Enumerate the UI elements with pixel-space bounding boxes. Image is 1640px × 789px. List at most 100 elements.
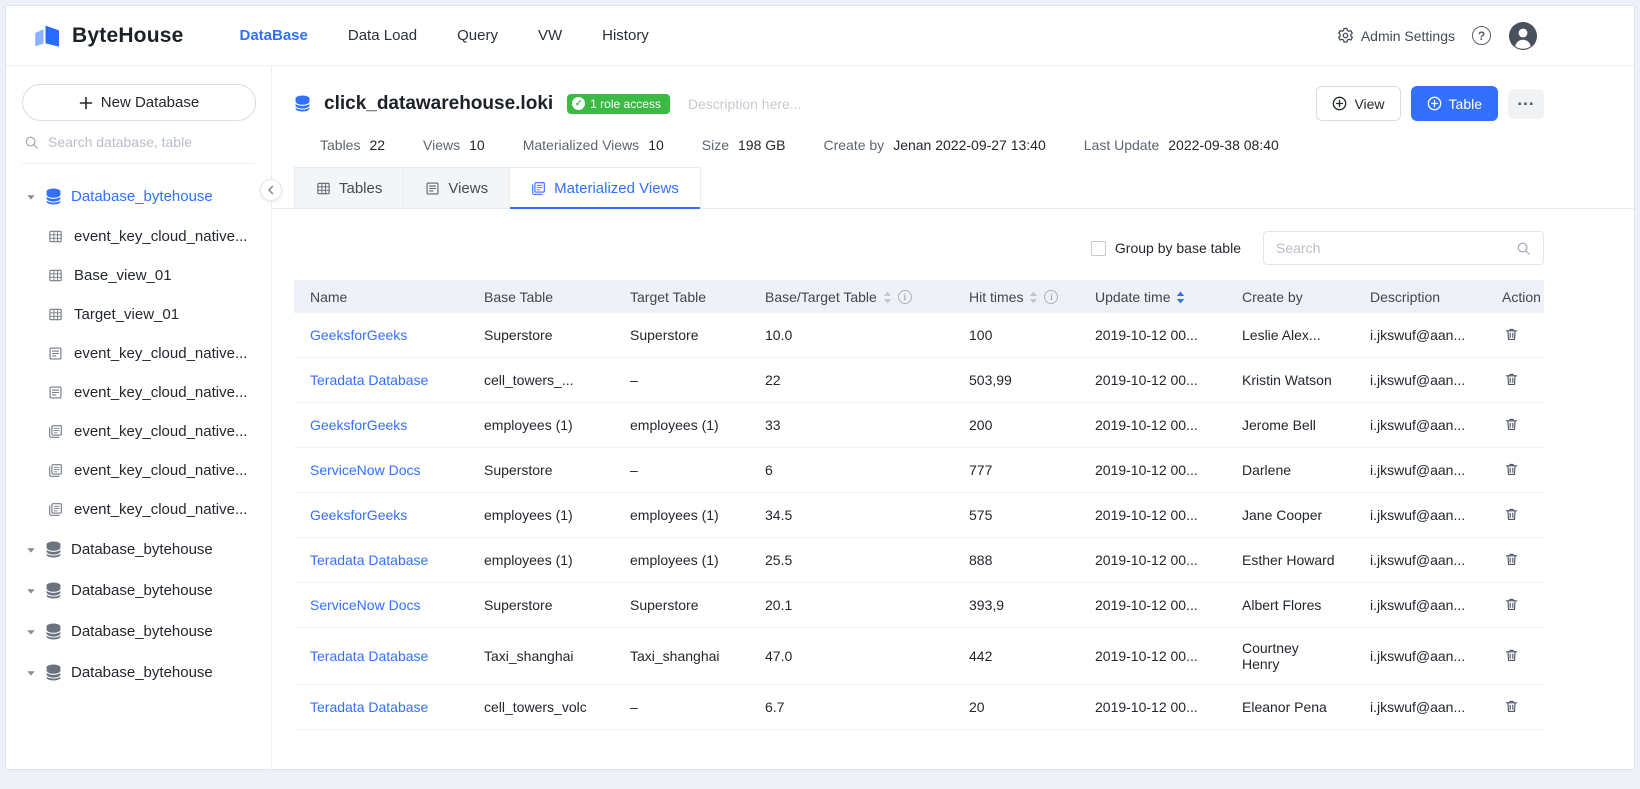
tree-database[interactable]: Database_bytehouse	[6, 529, 271, 570]
new-table-button[interactable]: Table	[1411, 86, 1498, 121]
new-view-button[interactable]: View	[1316, 86, 1400, 121]
table-row: Teradata Databasecell_towers_volc–6.7202…	[294, 685, 1544, 730]
tree-item-event-key-cloud-native[interactable]: event_key_cloud_native...	[6, 373, 271, 412]
column-label: Action	[1502, 289, 1541, 305]
cell-name: Teradata Database	[294, 358, 468, 403]
tab-views[interactable]: Views	[403, 167, 510, 208]
cell-base-target-ratio: 22	[749, 358, 953, 403]
description-placeholder[interactable]: Description here...	[688, 96, 802, 112]
delete-button[interactable]	[1502, 697, 1521, 716]
nav-item-vw[interactable]: VW	[538, 23, 562, 48]
tree-item-target-view-01[interactable]: Target_view_01	[6, 295, 271, 334]
tree-database[interactable]: Database_bytehouse	[6, 176, 271, 217]
cell-update-time: 2019-10-12 00...	[1079, 538, 1226, 583]
admin-settings-label: Admin Settings	[1361, 28, 1455, 44]
sort-icon[interactable]	[1029, 291, 1038, 304]
bytehouse-logo-icon	[32, 22, 62, 50]
admin-settings-button[interactable]: Admin Settings	[1337, 27, 1455, 44]
delete-button[interactable]	[1502, 550, 1521, 569]
mv-name-link[interactable]: ServiceNow Docs	[310, 597, 420, 613]
sidebar-collapse-button[interactable]	[260, 179, 282, 201]
mv-name-link[interactable]: Teradata Database	[310, 699, 428, 715]
caret-down-icon[interactable]	[26, 627, 36, 637]
tab-materialized-views[interactable]: Materialized Views	[509, 167, 701, 208]
delete-button[interactable]	[1502, 460, 1521, 479]
group-by-base-table[interactable]: Group by base table	[1091, 240, 1241, 256]
stat-label: Create by	[823, 137, 884, 153]
cell-create-by: Kristin Watson	[1226, 358, 1354, 403]
caret-down-icon[interactable]	[26, 192, 36, 202]
tree-item-event-key-cloud-native[interactable]: event_key_cloud_native...	[6, 490, 271, 529]
caret-down-icon[interactable]	[26, 545, 36, 555]
mv-name-link[interactable]: GeeksforGeeks	[310, 507, 407, 523]
mv-name-link[interactable]: ServiceNow Docs	[310, 462, 420, 478]
tree-item-label: event_key_cloud_native...	[74, 384, 247, 401]
mv-name-link[interactable]: GeeksforGeeks	[310, 417, 407, 433]
mv-name-link[interactable]: Teradata Database	[310, 648, 428, 664]
tab-tables[interactable]: Tables	[294, 167, 404, 208]
cell-update-time: 2019-10-12 00...	[1079, 358, 1226, 403]
checkbox-icon[interactable]	[1091, 241, 1106, 256]
table-icon	[48, 307, 65, 322]
caret-down-icon[interactable]	[26, 586, 36, 596]
delete-button[interactable]	[1502, 595, 1521, 614]
mv-name-link[interactable]: Teradata Database	[310, 552, 428, 568]
stat-value: 198 GB	[738, 137, 785, 153]
delete-button[interactable]	[1502, 646, 1521, 665]
cell-base-table: Taxi_shanghai	[468, 628, 614, 685]
tree-item-event-key-cloud-native[interactable]: event_key_cloud_native...	[6, 412, 271, 451]
cell-description: i.jkswuf@aan...	[1354, 493, 1486, 538]
tree-item-event-key-cloud-native[interactable]: event_key_cloud_native...	[6, 334, 271, 373]
column-header-base-target-table[interactable]: Base/Target Tablei	[749, 280, 953, 313]
delete-button[interactable]	[1502, 415, 1521, 434]
cell-update-time: 2019-10-12 00...	[1079, 313, 1226, 358]
tree-database-label: Database_bytehouse	[71, 623, 213, 640]
column-label: Create by	[1242, 289, 1303, 305]
sort-icon[interactable]	[1176, 291, 1185, 304]
plus-circle-icon	[1332, 96, 1347, 111]
tree-item-event-key-cloud-native[interactable]: event_key_cloud_native...	[6, 451, 271, 490]
table-row: ServiceNow DocsSuperstore–67772019-10-12…	[294, 448, 1544, 493]
nav-item-query[interactable]: Query	[457, 23, 498, 48]
caret-down-icon[interactable]	[26, 668, 36, 678]
brand[interactable]: ByteHouse	[32, 22, 184, 50]
tree-item-event-key-cloud-native[interactable]: event_key_cloud_native...	[6, 217, 271, 256]
delete-button[interactable]	[1502, 505, 1521, 524]
cell-update-time: 2019-10-12 00...	[1079, 628, 1226, 685]
body-row: New Database Database_bytehouseevent_key…	[6, 66, 1634, 769]
avatar[interactable]	[1508, 21, 1538, 51]
cell-create-by: Albert Flores	[1226, 583, 1354, 628]
mv-name-link[interactable]: GeeksforGeeks	[310, 327, 407, 343]
column-header-update-time[interactable]: Update time	[1079, 280, 1226, 313]
tree-item-label: event_key_cloud_native...	[74, 345, 247, 362]
help-icon[interactable]: ?	[1472, 26, 1491, 45]
stat-value: 10	[648, 137, 664, 153]
tree-item-base-view-01[interactable]: Base_view_01	[6, 256, 271, 295]
stat-label: Views	[423, 137, 460, 153]
sort-icon[interactable]	[883, 291, 892, 304]
info-icon: i	[898, 290, 912, 304]
delete-button[interactable]	[1502, 370, 1521, 389]
table-icon	[316, 181, 331, 196]
nav-item-data-load[interactable]: Data Load	[348, 23, 417, 48]
tree-database[interactable]: Database_bytehouse	[6, 570, 271, 611]
stat-label: Tables	[320, 137, 360, 153]
sidebar-search-input[interactable]	[48, 134, 253, 150]
chevron-left-icon	[266, 185, 276, 195]
nav-item-history[interactable]: History	[602, 23, 649, 48]
cell-target-table: employees (1)	[614, 538, 749, 583]
new-database-button[interactable]: New Database	[22, 84, 256, 121]
column-header-hit-times[interactable]: Hit timesi	[953, 280, 1079, 313]
tab-label: Views	[448, 180, 488, 197]
nav-item-database[interactable]: DataBase	[240, 23, 308, 48]
cell-description: i.jkswuf@aan...	[1354, 583, 1486, 628]
more-button[interactable]: ...	[1508, 89, 1544, 119]
delete-button[interactable]	[1502, 325, 1521, 344]
stat-views: Views10	[423, 137, 485, 153]
mv-name-link[interactable]: Teradata Database	[310, 372, 428, 388]
tree-database[interactable]: Database_bytehouse	[6, 611, 271, 652]
table-search-input[interactable]	[1276, 240, 1516, 256]
tree-database[interactable]: Database_bytehouse	[6, 652, 271, 693]
cell-hit-times: 20	[953, 685, 1079, 730]
tree-item-label: event_key_cloud_native...	[74, 228, 247, 245]
